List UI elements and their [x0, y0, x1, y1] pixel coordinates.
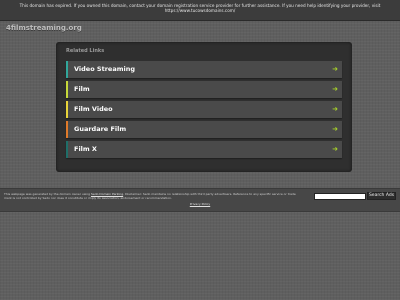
related-link-label: Film Video [74, 104, 113, 113]
related-links-panel: Related Links Video Streaming ➜ Film ➜ F… [56, 42, 352, 172]
list-item: Film Video ➜ [66, 101, 342, 118]
related-link-film-video[interactable]: Film Video ➜ [66, 101, 342, 118]
list-item: Film X ➜ [66, 141, 342, 158]
related-link-label: Guardare Film [74, 124, 127, 133]
related-link-film[interactable]: Film ➜ [66, 81, 342, 98]
search-input[interactable] [314, 193, 366, 200]
list-item: Guardare Film ➜ [66, 121, 342, 138]
disclaimer-text: This webpage was generated by the domain… [4, 192, 304, 200]
arrow-right-icon: ➜ [332, 84, 338, 93]
list-item: Film ➜ [66, 81, 342, 98]
privacy-policy-link[interactable]: Privacy Policy [0, 202, 400, 206]
related-links-list: Video Streaming ➜ Film ➜ Film Video ➜ Gu… [66, 61, 342, 161]
expired-notice-text: This domain has expired. If you owned th… [19, 3, 381, 13]
related-link-video-streaming[interactable]: Video Streaming ➜ [66, 61, 342, 78]
related-links-heading: Related Links [66, 48, 105, 54]
arrow-right-icon: ➜ [332, 124, 338, 133]
page: This domain has expired. If you owned th… [0, 0, 400, 300]
arrow-right-icon: ➜ [332, 144, 338, 153]
footer-bar: This webpage was generated by the domain… [0, 188, 400, 212]
search-ads-button[interactable]: Search Ads [367, 192, 396, 200]
related-link-guardare-film[interactable]: Guardare Film ➜ [66, 121, 342, 138]
expired-notice-bar: This domain has expired. If you owned th… [0, 0, 400, 21]
domain-title: 4filmstreaming.org [6, 24, 82, 32]
related-link-film-x[interactable]: Film X ➜ [66, 141, 342, 158]
arrow-right-icon: ➜ [332, 104, 338, 113]
related-link-label: Video Streaming [74, 64, 136, 73]
related-link-label: Film [74, 84, 90, 93]
related-link-label: Film X [74, 144, 97, 153]
list-item: Video Streaming ➜ [66, 61, 342, 78]
arrow-right-icon: ➜ [332, 64, 338, 73]
